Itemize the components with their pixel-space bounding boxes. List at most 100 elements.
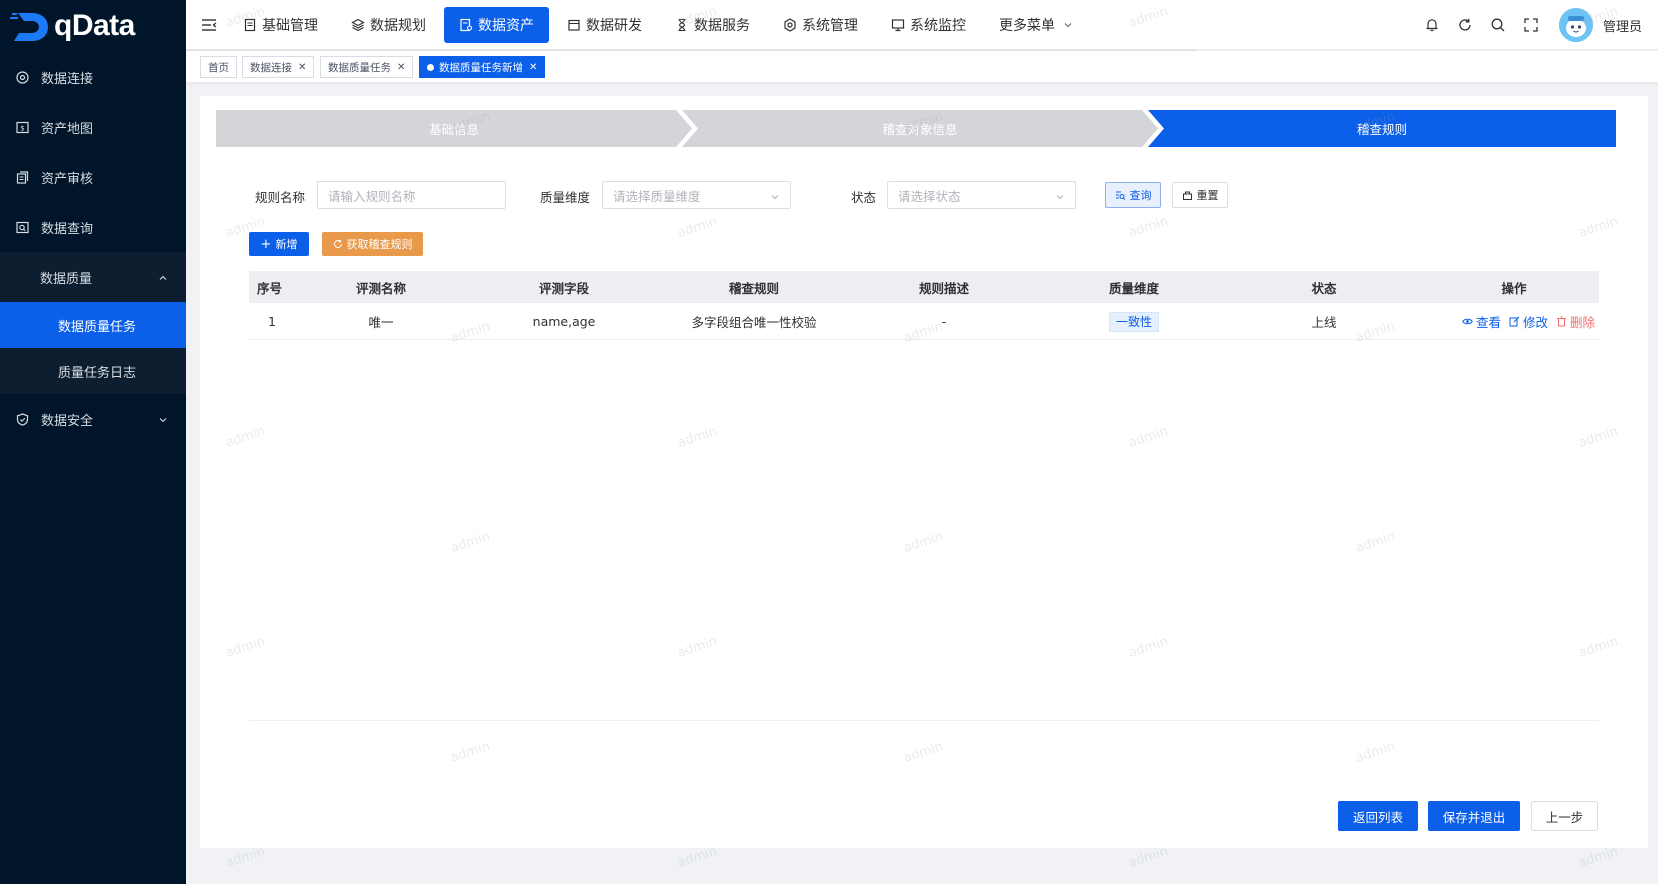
sidebar-item-asset-audit[interactable]: 资产审核 bbox=[0, 152, 186, 202]
back-to-list-button[interactable]: 返回列表 bbox=[1338, 801, 1418, 831]
sidebar-group-header-security[interactable]: 数据安全 bbox=[0, 394, 186, 444]
topnav-label: 数据资产 bbox=[478, 18, 534, 34]
topnav-system-mgmt[interactable]: 系统管理 bbox=[768, 7, 873, 43]
col-dimension: 质量维度 bbox=[1108, 280, 1159, 296]
close-icon[interactable]: ✕ bbox=[298, 62, 306, 73]
button-label: 上一步 bbox=[1545, 809, 1584, 825]
topnav-label: 更多菜单 bbox=[999, 18, 1055, 34]
query-button[interactable]: 查询 bbox=[1105, 182, 1161, 208]
close-icon[interactable]: ✕ bbox=[397, 62, 405, 73]
reset-button[interactable]: 重置 bbox=[1172, 182, 1228, 208]
layers-icon bbox=[351, 18, 365, 32]
refresh-icon[interactable] bbox=[1456, 16, 1474, 34]
tag-label: 首页 bbox=[208, 61, 229, 74]
watermark-text: admin bbox=[675, 844, 720, 871]
sidebar-item-data-query[interactable]: 数据查询 bbox=[0, 202, 186, 252]
sidebar-item-label: 资产审核 bbox=[41, 171, 94, 187]
logo[interactable]: qData bbox=[0, 0, 186, 52]
reset-icon bbox=[1182, 190, 1193, 201]
user-name[interactable]: 管理员 bbox=[1603, 16, 1642, 35]
bell-icon[interactable] bbox=[1423, 16, 1441, 34]
sidebar-group-header-quality[interactable]: 数据质量 bbox=[0, 252, 186, 302]
svg-text:$: $ bbox=[20, 124, 24, 132]
document-icon bbox=[243, 18, 257, 32]
watermark-text: admin bbox=[1126, 844, 1171, 871]
target-icon bbox=[16, 70, 29, 84]
dimension-select[interactable]: 请选择质量维度 bbox=[602, 181, 791, 209]
button-label: 保存并退出 bbox=[1442, 809, 1506, 825]
prev-step-button[interactable]: 上一步 bbox=[1531, 801, 1598, 831]
tag-quality-task[interactable]: 数据质量任务 ✕ bbox=[320, 56, 414, 78]
topnav-data-assets[interactable]: 数据资产 bbox=[444, 7, 549, 43]
rule-name-label: 规则名称 bbox=[255, 190, 306, 205]
col-desc: 规则描述 bbox=[918, 280, 969, 296]
cell-rule: 多字段组合唯一性校验 bbox=[691, 314, 817, 330]
eye-icon bbox=[1462, 318, 1473, 324]
search-icon[interactable] bbox=[1489, 16, 1507, 34]
dimension-badge: 一致性 bbox=[1108, 311, 1159, 332]
topnav-data-dev[interactable]: 数据研发 bbox=[552, 7, 657, 43]
rule-name-input[interactable]: 请输入规则名称 bbox=[317, 181, 506, 209]
step-object-info: 稽查对象信息 bbox=[682, 110, 1158, 147]
asset-icon bbox=[459, 18, 473, 32]
col-rule: 稽查规则 bbox=[728, 280, 779, 296]
cell-dimension: 一致性 bbox=[1079, 311, 1189, 332]
edit-link[interactable]: 修改 bbox=[1509, 312, 1548, 331]
plus-icon: + bbox=[260, 236, 272, 252]
fullscreen-icon[interactable] bbox=[1522, 16, 1540, 34]
close-icon[interactable]: ✕ bbox=[529, 62, 537, 73]
logo-text: qData bbox=[54, 9, 135, 42]
sidebar-item-quality-task[interactable]: 数据质量任务 bbox=[0, 302, 186, 348]
tag-quality-task-add[interactable]: 数据质量任务新增 ✕ bbox=[419, 56, 546, 78]
step-basic-info: 基础信息 bbox=[216, 110, 692, 147]
main-card: 基础信息 稽查对象信息 稽查规则 规则名称 请输入规则名称 质量维度 请选择质量… bbox=[200, 96, 1648, 848]
button-label: 重置 bbox=[1196, 189, 1219, 202]
audit-icon bbox=[16, 170, 29, 184]
tag-home[interactable]: 首页 bbox=[200, 56, 237, 78]
chevron-down-icon bbox=[770, 190, 780, 200]
cell-ops: 查看 修改 删除 bbox=[1435, 312, 1595, 331]
select-placeholder: 请选择质量维度 bbox=[613, 188, 701, 204]
sidebar: qData 数据连接 $ 资产地图 资产审核 数据查询 数据质量 数据质量任务 … bbox=[0, 0, 186, 884]
sidebar-item-label: 数据查询 bbox=[41, 221, 94, 237]
chevron-down-icon bbox=[1063, 20, 1073, 30]
sidebar-item-label: 资产地图 bbox=[41, 121, 94, 137]
topnav-data-planning[interactable]: 数据规划 bbox=[336, 7, 441, 43]
delete-link[interactable]: 删除 bbox=[1556, 312, 1595, 331]
cell-index: 1 bbox=[268, 313, 276, 329]
top-nav: 基础管理 数据规划 数据资产 数据研发 数据服务 系统管理 系统监控 更多菜单 bbox=[228, 7, 1091, 43]
save-exit-button[interactable]: 保存并退出 bbox=[1428, 801, 1520, 831]
topnav-label: 数据研发 bbox=[586, 18, 642, 34]
query-icon bbox=[16, 221, 29, 234]
sidebar-item-asset-map[interactable]: $ 资产地图 bbox=[0, 102, 186, 152]
topnav-data-service[interactable]: 数据服务 bbox=[660, 7, 765, 43]
add-button[interactable]: + 新增 bbox=[249, 232, 309, 256]
sidebar-item-data-connect[interactable]: 数据连接 bbox=[0, 52, 186, 102]
steps: 基础信息 稽查对象信息 稽查规则 bbox=[216, 110, 1616, 147]
top-bar: 基础管理 数据规划 数据资产 数据研发 数据服务 系统管理 系统监控 更多菜单 bbox=[186, 0, 1658, 51]
chevron-up-icon bbox=[158, 272, 168, 282]
topnav-label: 系统监控 bbox=[910, 18, 966, 34]
tags-view: 首页 数据连接 ✕ 数据质量任务 ✕ 数据质量任务新增 ✕ bbox=[186, 51, 1658, 83]
search-icon bbox=[1115, 190, 1126, 201]
tag-data-connect[interactable]: 数据连接 ✕ bbox=[242, 56, 315, 78]
menu-fold-icon[interactable] bbox=[201, 18, 217, 36]
sidebar-item-quality-log[interactable]: 质量任务日志 bbox=[0, 348, 186, 394]
fetch-rules-button[interactable]: 获取稽查规则 bbox=[322, 232, 423, 256]
status-select[interactable]: 请选择状态 bbox=[887, 181, 1076, 209]
view-link[interactable]: 查看 bbox=[1462, 312, 1501, 331]
step-label: 稽查规则 bbox=[1356, 122, 1407, 137]
calendar-icon bbox=[567, 18, 581, 32]
table-bottom-divider bbox=[249, 720, 1599, 721]
rules-table: 序号 评测名称 评测字段 稽查规则 规则描述 质量维度 状态 操作 1 唯一 n… bbox=[249, 271, 1599, 340]
cell-status: 上线 bbox=[1311, 314, 1337, 330]
topnav-system-monitor[interactable]: 系统监控 bbox=[876, 7, 981, 43]
op-label: 删除 bbox=[1569, 314, 1595, 330]
op-label: 修改 bbox=[1522, 314, 1548, 330]
table-row: 1 唯一 name,age 多字段组合唯一性校验 - 一致性 上线 查看 修改 bbox=[249, 303, 1599, 340]
button-label: 查询 bbox=[1129, 189, 1152, 202]
topnav-basic-mgmt[interactable]: 基础管理 bbox=[228, 7, 333, 43]
topnav-more-menu[interactable]: 更多菜单 bbox=[984, 7, 1088, 43]
avatar[interactable] bbox=[1558, 8, 1593, 42]
header-tools: 管理员 bbox=[1423, 0, 1658, 50]
